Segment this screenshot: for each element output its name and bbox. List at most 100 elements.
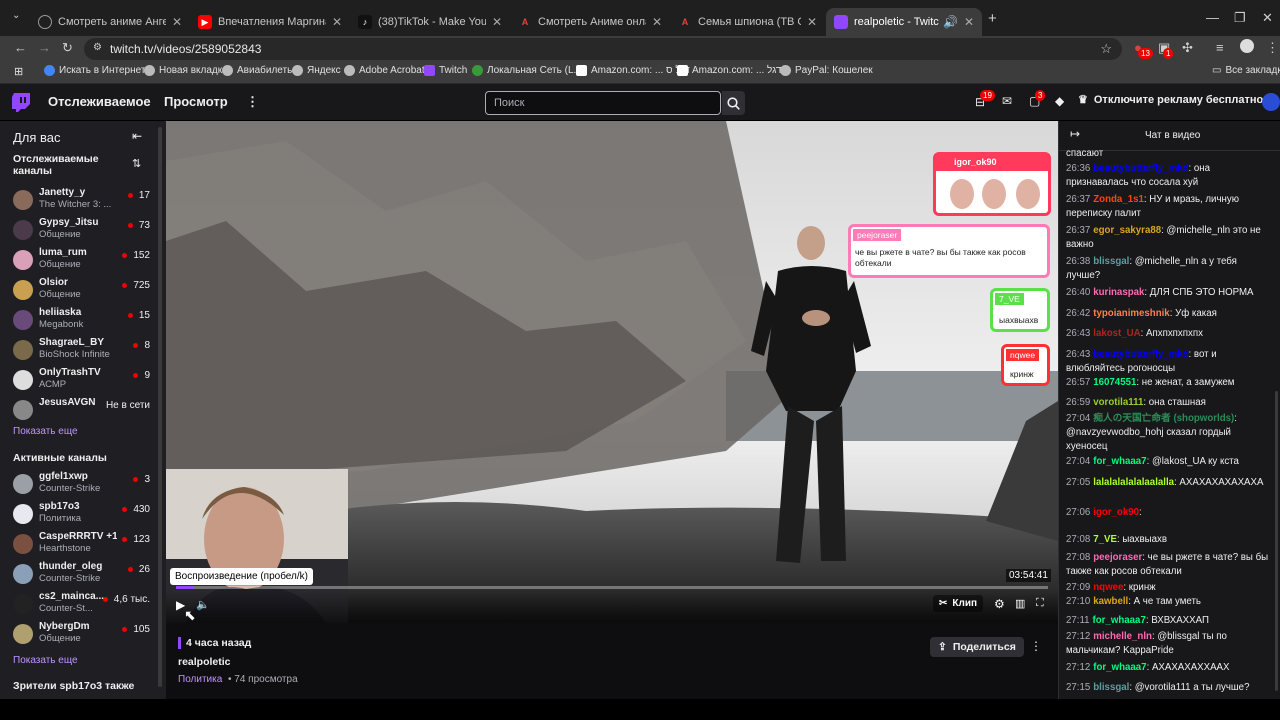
bookmark-item[interactable]: Новая вкладка bbox=[144, 65, 228, 76]
sidebar-channel-followed[interactable]: luma_rum Общение 152 bbox=[0, 247, 158, 275]
chat-username[interactable]: kawbell bbox=[1093, 596, 1128, 607]
settings-gear-icon[interactable]: ⚙ bbox=[994, 597, 1005, 611]
category-link[interactable]: Политика bbox=[178, 674, 222, 685]
profile-avatar[interactable] bbox=[1240, 39, 1254, 53]
more-options-icon[interactable]: ⋮ bbox=[1030, 639, 1042, 653]
bookmark-item[interactable]: PayPal: Кошелек bbox=[780, 65, 873, 76]
apps-grid-icon[interactable]: ⊞ bbox=[14, 65, 23, 78]
chat-username[interactable]: nqwee bbox=[1093, 582, 1123, 593]
bookmark-item[interactable]: Авиабилеты bbox=[222, 65, 294, 76]
chat-username[interactable]: 16074551 bbox=[1093, 377, 1136, 388]
sidebar-channel-active[interactable]: cs2_mainca... Counter-St... 4,6 тыс. bbox=[0, 591, 158, 619]
bookmark-item[interactable]: Amazon.com: ... דגל bbox=[677, 65, 781, 76]
all-bookmarks-button[interactable]: ▭Все закладки bbox=[1212, 65, 1280, 76]
chat-username[interactable]: for_whaaa7 bbox=[1093, 662, 1146, 673]
bookmark-item[interactable]: Adobe Acrobat bbox=[344, 65, 425, 76]
speaker-icon[interactable]: 🔊 bbox=[943, 15, 958, 29]
close-tab-icon[interactable]: ✕ bbox=[332, 15, 342, 29]
sidebar-channel-followed[interactable]: JesusAVGN Не в сети bbox=[0, 397, 158, 425]
chat-username[interactable]: lakost_UA bbox=[1093, 328, 1140, 339]
menu-dots-icon[interactable]: ⋮ bbox=[1266, 40, 1279, 56]
minimize-icon[interactable]: — bbox=[1206, 10, 1219, 25]
browser-tab-active[interactable]: realpoletic - Twitch 🔊 ✕ bbox=[826, 8, 982, 36]
browser-tab[interactable]: A Семья шпиона (ТВ Сериал, 3 с ✕ bbox=[670, 8, 825, 36]
media-icon[interactable]: ≡ bbox=[1216, 40, 1224, 55]
theatre-mode-icon[interactable]: ▥ bbox=[1015, 597, 1025, 610]
mail-icon[interactable]: ✉ bbox=[1002, 94, 1012, 108]
site-info-icon[interactable]: ⚙ bbox=[93, 42, 102, 53]
more-dots-icon[interactable]: ⋮ bbox=[246, 94, 259, 110]
show-more-active[interactable]: Показать еще bbox=[13, 655, 78, 666]
chat-username[interactable]: vorotila111 bbox=[1093, 397, 1143, 408]
close-tab-icon[interactable]: ✕ bbox=[652, 15, 662, 29]
bookmark-item[interactable]: Искать в Интернете bbox=[44, 65, 151, 76]
extensions-puzzle-icon[interactable]: ✣ bbox=[1182, 40, 1193, 56]
search-input[interactable]: Поиск bbox=[485, 91, 721, 115]
sidebar-channel-followed[interactable]: Gypsy_Jitsu Общение 73 bbox=[0, 217, 158, 245]
chat-username[interactable]: michelle_nln bbox=[1093, 631, 1152, 642]
search-button[interactable] bbox=[722, 91, 745, 115]
sidebar-channel-active[interactable]: NybergDm Общение 105 bbox=[0, 621, 158, 649]
sidebar-channel-followed[interactable]: OnlyTrashTV АСМР 9 bbox=[0, 367, 158, 395]
bookmark-item[interactable]: Twitch bbox=[424, 65, 467, 76]
restore-icon[interactable]: ❐ bbox=[1234, 10, 1246, 26]
show-more-followed[interactable]: Показать еще bbox=[13, 426, 78, 437]
chat-username[interactable]: lalalalalalalaalalla bbox=[1093, 477, 1174, 488]
chat-username[interactable]: blissgal bbox=[1093, 682, 1129, 693]
browser-tab[interactable]: ▶ Впечатления Маргинала от д ✕ bbox=[190, 8, 350, 36]
bookmark-item[interactable]: Локальная Сеть (L... bbox=[472, 65, 582, 76]
chat-username[interactable]: kurinaspak bbox=[1093, 287, 1144, 298]
sidebar-channel-followed[interactable]: Olsior Общение 725 bbox=[0, 277, 158, 305]
chat-username[interactable]: igor_ok90 bbox=[1093, 507, 1139, 518]
chat-username[interactable]: 7_VE bbox=[1093, 534, 1117, 545]
clip-button[interactable]: ✂ Клип bbox=[933, 595, 984, 612]
reload-icon[interactable]: ↻ bbox=[62, 40, 73, 56]
forward-icon[interactable]: → bbox=[38, 40, 51, 55]
browser-tab[interactable]: ♪ (38)TikTok - Make Your Day ✕ bbox=[350, 8, 510, 36]
user-avatar[interactable] bbox=[1262, 93, 1280, 111]
close-tab-icon[interactable]: ✕ bbox=[964, 15, 974, 29]
nav-browse[interactable]: Просмотр bbox=[164, 94, 228, 109]
channel-name[interactable]: realpoletic bbox=[178, 656, 231, 668]
collapse-sidebar-icon[interactable]: ⇤ bbox=[132, 129, 142, 143]
sidebar-channel-followed[interactable]: Janetty_y The Witcher 3: ... 17 bbox=[0, 187, 158, 215]
chat-username[interactable]: egor_sakyra88 bbox=[1093, 225, 1161, 236]
fullscreen-icon[interactable]: ⛶ bbox=[1036, 597, 1044, 610]
chat-username[interactable]: beautybutterfly_mkd bbox=[1093, 163, 1188, 174]
collapse-chat-icon[interactable]: ↦ bbox=[1070, 127, 1080, 141]
chat-username[interactable]: for_whaaa7 bbox=[1093, 456, 1146, 467]
close-tab-icon[interactable]: ✕ bbox=[807, 15, 817, 29]
chat-username[interactable]: peejoraser bbox=[1093, 552, 1142, 563]
sidebar-channel-active[interactable]: CaspeRRRTV +1 Hearthstone 123 bbox=[0, 531, 158, 559]
video-player[interactable]: igor_ok90 peejoraser че вы ржете в чате?… bbox=[166, 121, 1058, 623]
back-icon[interactable]: ← bbox=[14, 40, 27, 55]
close-tab-icon[interactable]: ✕ bbox=[492, 15, 502, 29]
chat-scrollbar[interactable] bbox=[1275, 391, 1278, 691]
sidebar-channel-active[interactable]: ggfel1xwp Counter-Strike 3 bbox=[0, 471, 158, 499]
sidebar-channel-active[interactable]: spb17o3 Политика 430 bbox=[0, 501, 158, 529]
sidebar-channel-followed[interactable]: heliiaska Megabonk 15 bbox=[0, 307, 158, 335]
seek-bar[interactable] bbox=[176, 586, 1048, 589]
chat-username[interactable]: beautybutterfly_mkd bbox=[1093, 349, 1188, 360]
twitch-logo-icon[interactable] bbox=[12, 93, 30, 112]
sidebar-channel-followed[interactable]: ShagraeL_BY BioShock Infinite 8 bbox=[0, 337, 158, 365]
url-field[interactable]: ⚙ twitch.tv/videos/2589052843 ☆ bbox=[84, 38, 1122, 60]
sidebar-scrollbar[interactable] bbox=[158, 127, 162, 687]
chat-username[interactable]: 痴人の天国亡命者 (shopworlds) bbox=[1093, 413, 1234, 424]
tab-search-icon[interactable]: ⌄ bbox=[12, 10, 20, 21]
bookmark-item[interactable]: Яндекс bbox=[292, 65, 341, 76]
share-button[interactable]: ⇪ Поделиться bbox=[930, 637, 1024, 657]
bookmark-star-icon[interactable]: ☆ bbox=[1100, 41, 1112, 57]
chat-username[interactable]: Zonda_1s1 bbox=[1093, 194, 1144, 205]
sidebar-channel-active[interactable]: thunder_oleg Counter-Strike 26 bbox=[0, 561, 158, 589]
chat-username[interactable]: for_whaaa7 bbox=[1093, 615, 1146, 626]
close-window-icon[interactable]: ✕ bbox=[1262, 10, 1273, 26]
close-tab-icon[interactable]: ✕ bbox=[172, 15, 182, 29]
bits-icon[interactable]: ◆ bbox=[1055, 94, 1064, 108]
browser-tab[interactable]: Смотреть аниме Ангельские р ✕ bbox=[30, 8, 190, 36]
browser-tab[interactable]: A Смотреть Аниме онлайн бесп ✕ bbox=[510, 8, 670, 36]
sort-icon[interactable]: ⇅ bbox=[132, 157, 141, 170]
chat-username[interactable]: typoianimeshnik bbox=[1093, 308, 1169, 319]
nav-following[interactable]: Отслеживаемое bbox=[48, 94, 151, 109]
adfree-button[interactable]: ♛ Отключите рекламу бесплатно bbox=[1078, 93, 1263, 107]
